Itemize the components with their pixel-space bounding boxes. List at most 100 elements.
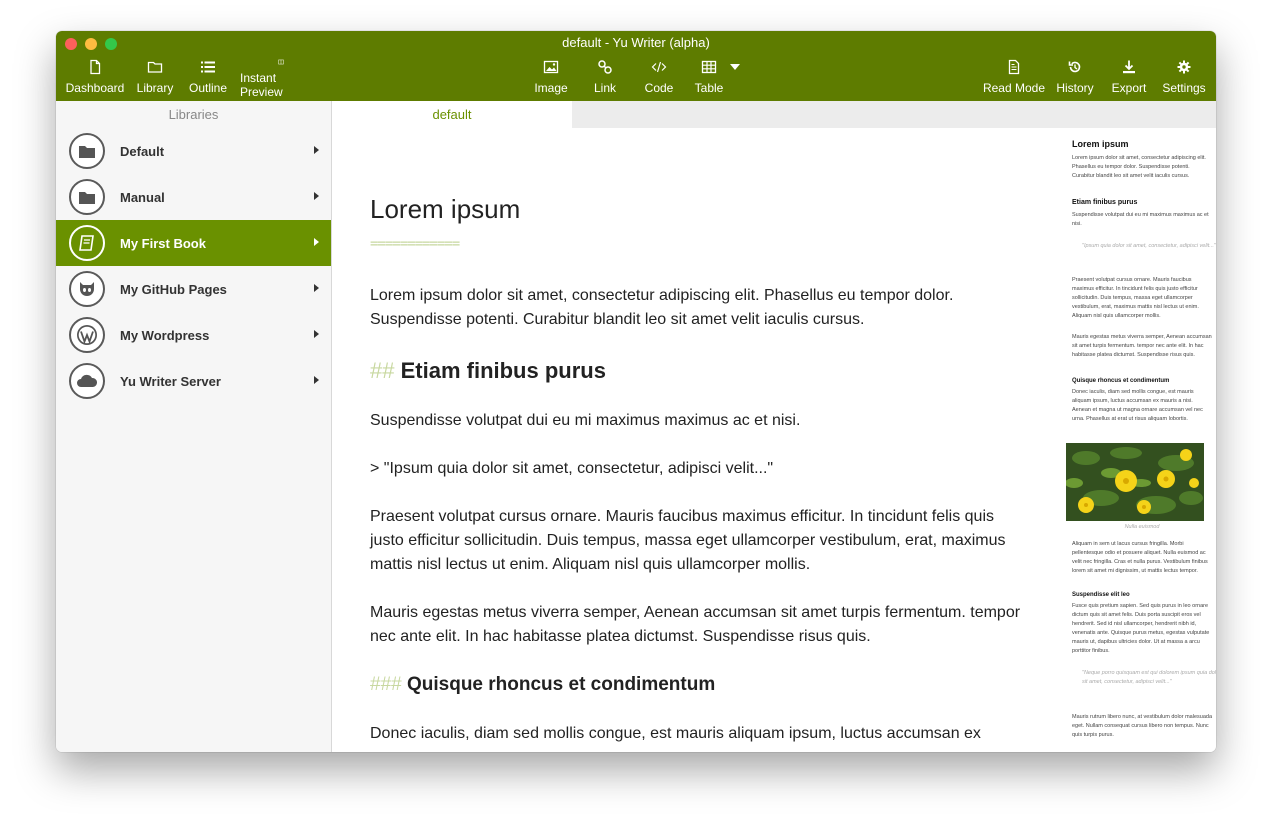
library-item-yu-writer-server[interactable]: Yu Writer Server — [56, 358, 331, 404]
preview-paragraph: Lorem ipsum dolor sit amet, consectetur … — [1072, 155, 1206, 179]
toolbar-table-button[interactable]: Table — [692, 59, 726, 99]
preview-paragraph: Aliquam in sem ut lacus cursus fringilla… — [1072, 541, 1208, 574]
heading-marker: ### — [370, 674, 402, 695]
toolbar-instant-preview-button[interactable]: Instant Preview — [240, 59, 322, 99]
chevron-right-icon — [314, 284, 319, 292]
editor-paragraph: Donec iaculis, diam sed mollis congue, e… — [370, 725, 981, 742]
library-item-label: My First Book — [120, 235, 206, 251]
tab-bar: default — [332, 101, 1216, 128]
live-preview-pane: Lorem ipsum Lorem ipsum dolor sit amet, … — [1062, 128, 1216, 752]
title-bar: default - Yu Writer (alpha) Dashboard Li… — [56, 31, 1216, 101]
download-icon — [1123, 60, 1135, 74]
tab-default[interactable]: default — [332, 101, 572, 128]
app-window: default - Yu Writer (alpha) Dashboard Li… — [56, 31, 1216, 752]
heading-text: Quisque rhoncus et condimentum — [406, 674, 716, 695]
editor-paragraph: Praesent volutpat cursus ornare. Mauris … — [370, 508, 1006, 573]
editor-paragraph: Mauris egestas metus viverra semper, Aen… — [370, 604, 1021, 645]
library-item-label: My Wordpress — [120, 327, 210, 343]
history-icon — [1068, 61, 1081, 73]
chevron-right-icon — [314, 192, 319, 200]
heading-marker: ## — [370, 358, 395, 383]
preview-blockquote: "Ipsum quia dolor sit amet, consectetur,… — [1082, 243, 1216, 249]
editor-heading-2: ## Etiam finibus purus — [370, 358, 606, 384]
list-icon — [201, 61, 215, 73]
toolbar-read-mode-button[interactable]: Read Mode — [982, 59, 1046, 99]
toolbar-label: Dashboard — [65, 81, 125, 95]
library-item-my-first-book[interactable]: My First Book — [56, 220, 331, 266]
preview-heading-3: Suspendisse elit leo — [1072, 592, 1130, 598]
library-item-manual[interactable]: Manual — [56, 174, 331, 220]
chevron-right-icon — [314, 146, 319, 154]
folder-icon — [147, 61, 163, 73]
toolbar-label: Link — [593, 81, 616, 95]
link-icon — [598, 60, 612, 74]
toolbar-history-button[interactable]: History — [1055, 59, 1095, 99]
toolbar-label: Image — [534, 81, 568, 95]
toolbar-label: Instant Preview — [240, 71, 283, 99]
preview-heading-3: Quisque rhoncus et condimentum — [1072, 378, 1170, 384]
markdown-editor[interactable]: Lorem ipsum ============ Lorem ipsum dol… — [332, 128, 1062, 752]
library-item-label: Default — [120, 143, 165, 159]
sidebar-title: Libraries — [168, 107, 219, 122]
toolbar-link-button[interactable]: Link — [589, 59, 621, 99]
editor-paragraph: Lorem ipsum dolor sit amet, consectetur … — [370, 287, 954, 328]
code-icon — [651, 61, 667, 73]
preview-image-caption: Nulla euismod — [1124, 524, 1160, 530]
preview-paragraph: Praesent volutpat cursus ornare. Mauris … — [1072, 277, 1199, 319]
library-item-my-github-pages[interactable]: My GitHub Pages — [56, 266, 331, 312]
chevron-right-icon — [314, 238, 319, 246]
heading-text: Etiam finibus purus — [400, 358, 606, 383]
folder-icon — [69, 133, 105, 169]
library-item-label: Yu Writer Server — [120, 373, 221, 389]
toolbar-library-button[interactable]: Library — [134, 59, 176, 99]
preview-heading-2: Etiam finibus purus — [1072, 199, 1138, 206]
github-icon — [69, 271, 105, 307]
preview-paragraph: Mauris egestas metus viverra semper, Aen… — [1072, 334, 1212, 358]
preview-paragraph: Suspendisse volutpat dui eu mi maximus m… — [1072, 212, 1209, 227]
caret-down-icon — [730, 64, 740, 70]
toolbar-label: Read Mode — [982, 81, 1046, 95]
table-dropdown-button[interactable] — [728, 59, 742, 99]
toolbar-outline-button[interactable]: Outline — [187, 59, 229, 99]
toolbar-label: Table — [694, 81, 724, 95]
toolbar-image-button[interactable]: Image — [532, 59, 570, 99]
preview-blockquote: "Neque porro quisquam est qui dolorem ip… — [1082, 670, 1216, 685]
chevron-right-icon — [314, 376, 319, 384]
library-item-default[interactable]: Default — [56, 128, 331, 174]
libraries-sidebar: Libraries Default Manual My First Book M… — [56, 101, 332, 752]
library-item-label: My GitHub Pages — [120, 281, 227, 297]
library-item-my-wordpress[interactable]: My Wordpress — [56, 312, 331, 358]
window-title: default - Yu Writer (alpha) — [562, 35, 710, 50]
preview-paragraph: Fusce quis pretium sapien. Sed quis puru… — [1072, 603, 1210, 654]
document-icon — [1008, 59, 1020, 75]
toolbar-label: Code — [644, 81, 674, 95]
toolbar-dashboard-button[interactable]: Dashboard — [66, 59, 124, 99]
toolbar-label: Settings — [1162, 81, 1206, 95]
preview-heading-1: Lorem ipsum — [1072, 139, 1129, 149]
folder-icon — [69, 179, 105, 215]
split-icon — [278, 59, 284, 65]
toolbar-settings-button[interactable]: Settings — [1160, 59, 1208, 99]
editor-paragraph: Suspendisse volutpat dui eu mi maximus m… — [370, 412, 801, 429]
preview-paragraph: Donec iaculis, diam sed mollis congue, e… — [1072, 389, 1203, 422]
toolbar-label: History — [1056, 81, 1094, 95]
editor-blockquote: > "Ipsum quia dolor sit amet, consectetu… — [370, 460, 774, 477]
toolbar-export-button[interactable]: Export — [1111, 59, 1147, 99]
chevron-right-icon — [314, 330, 319, 338]
toolbar-label: Library — [136, 81, 174, 95]
gear-icon — [1177, 60, 1191, 74]
toolbar-code-button[interactable]: Code — [641, 59, 677, 99]
image-icon — [543, 60, 559, 74]
editor-heading-1: Lorem ipsum — [370, 194, 521, 224]
editor-heading-3: ### Quisque rhoncus et condimentum — [370, 674, 715, 696]
book-icon — [69, 225, 105, 261]
wordpress-icon — [69, 317, 105, 353]
library-item-label: Manual — [120, 189, 165, 205]
preview-flower-image — [1066, 443, 1204, 521]
cloud-icon — [69, 363, 105, 399]
toolbar-label: Export — [1111, 81, 1147, 95]
preview-paragraph: Mauris rutrum libero nunc, at vestibulum… — [1072, 714, 1213, 738]
editor-heading-underline: ============ — [370, 236, 460, 252]
toolbar-label: Outline — [188, 81, 228, 95]
file-icon — [90, 59, 101, 75]
